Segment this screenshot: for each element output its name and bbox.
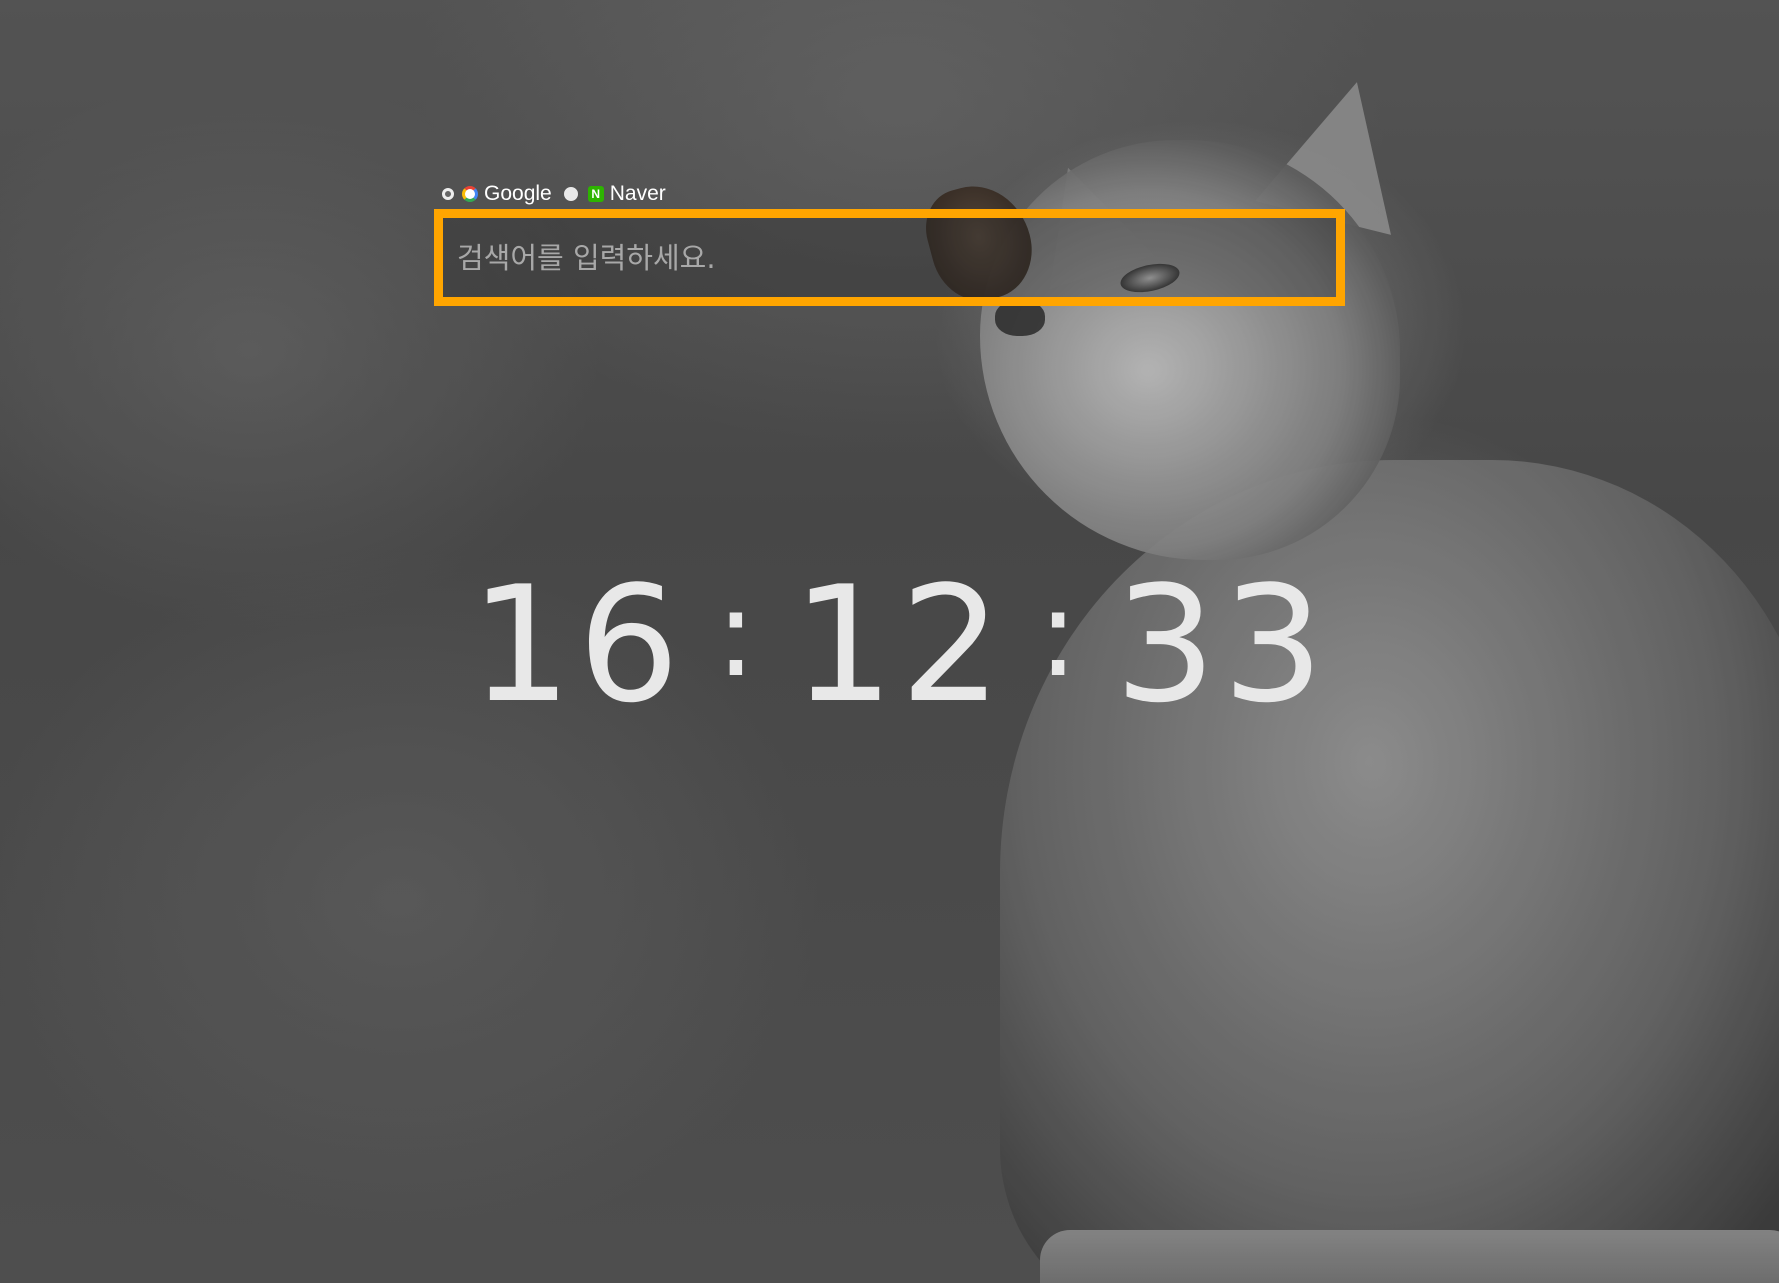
google-label[interactable]: Google (484, 182, 552, 206)
naver-icon: N (587, 186, 604, 202)
google-icon (462, 186, 478, 202)
clock-separator: : (715, 565, 763, 704)
clock-seconds: 33 (1114, 551, 1330, 738)
naver-radio[interactable] (563, 187, 578, 201)
search-input[interactable] (443, 218, 1336, 297)
search-engine-selector: Google N Naver (442, 181, 666, 207)
search-box (434, 209, 1345, 306)
clock: 16 : 12 : 33 (470, 560, 1330, 730)
naver-label[interactable]: Naver (610, 182, 666, 206)
clock-separator: : (1037, 565, 1085, 704)
google-radio[interactable] (442, 188, 454, 200)
clock-hours: 16 (470, 551, 686, 738)
clock-minutes: 12 (792, 551, 1008, 738)
